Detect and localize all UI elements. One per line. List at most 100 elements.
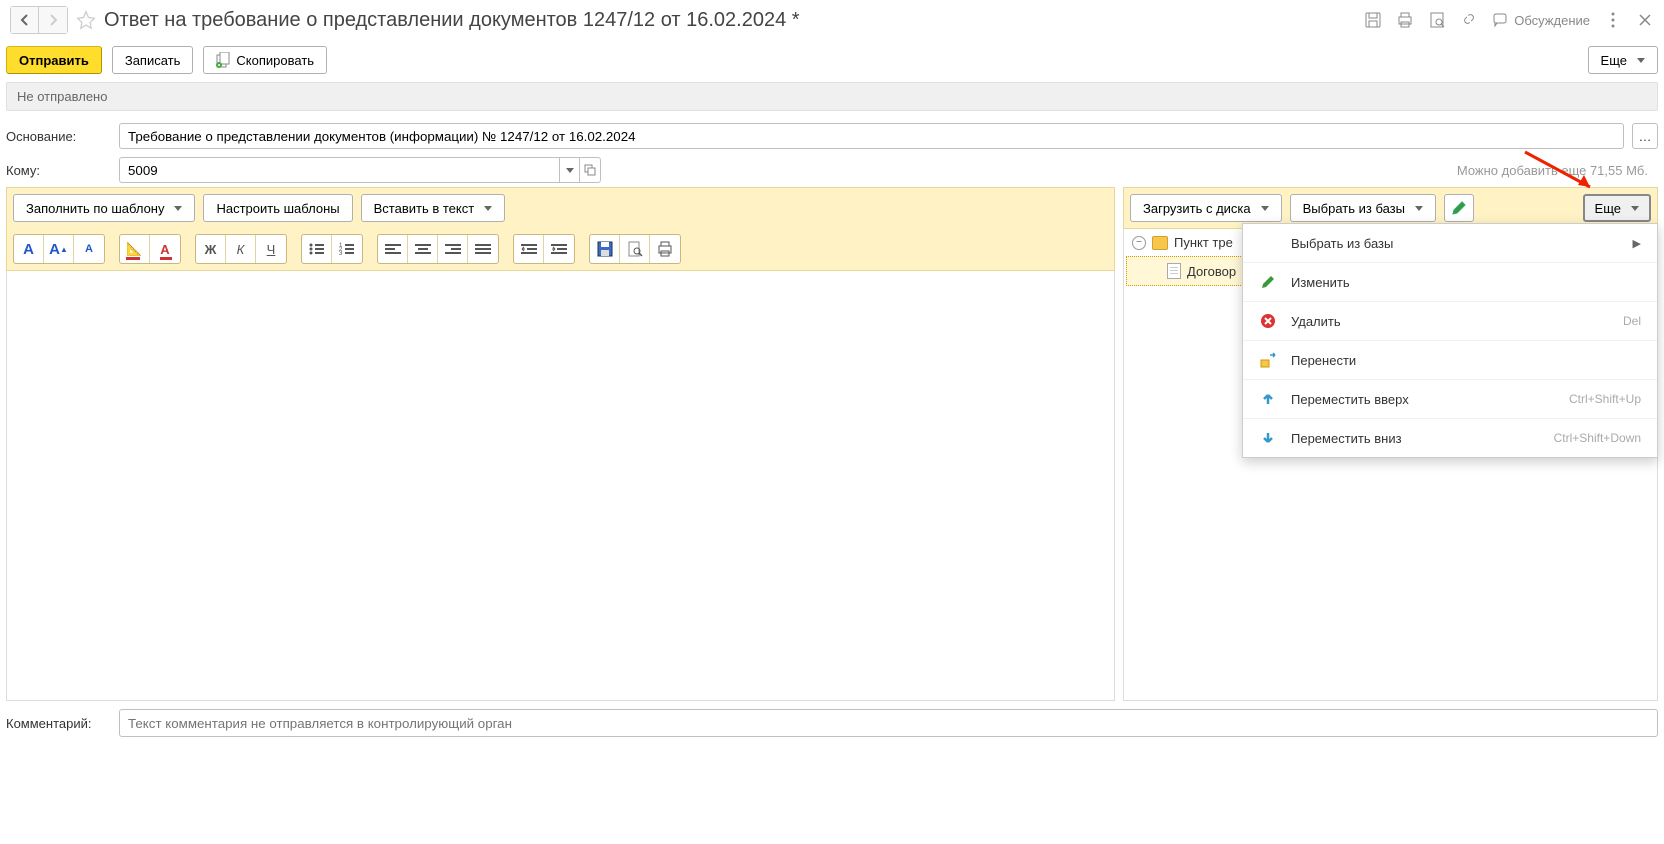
preview-icon[interactable]: [1428, 11, 1446, 29]
underline-button[interactable]: Ч: [256, 235, 286, 263]
arrow-down-icon: [1261, 431, 1275, 445]
insert-text-button[interactable]: Вставить в текст: [361, 194, 506, 222]
delete-x-icon: [1260, 313, 1276, 329]
file-ops-group: [589, 234, 681, 264]
align-left-button[interactable]: [378, 235, 408, 263]
recipient-label: Кому:: [6, 163, 111, 178]
align-right-button[interactable]: [438, 235, 468, 263]
tree-root-label: Пункт тре: [1174, 235, 1233, 250]
discuss-label: Обсуждение: [1514, 13, 1590, 28]
recipient-input[interactable]: [119, 157, 559, 183]
arrow-right-icon: [46, 13, 60, 27]
discuss-button[interactable]: Обсуждение: [1492, 11, 1590, 29]
indent-icon: [551, 243, 567, 255]
page-title: Ответ на требование о представлении доку…: [104, 9, 1356, 32]
menu-move-down[interactable]: Переместить вниз Ctrl+Shift+Down: [1243, 419, 1657, 457]
save-editor-button[interactable]: [590, 235, 620, 263]
arrow-left-icon: [18, 13, 32, 27]
indent-button[interactable]: [544, 235, 574, 263]
action-bar: Отправить Записать Скопировать Еще: [0, 40, 1664, 80]
folder-icon: [1152, 236, 1168, 250]
blank-icon: [1259, 234, 1277, 252]
outdent-icon: [521, 243, 537, 255]
menu-edit[interactable]: Изменить: [1243, 263, 1657, 302]
font-normal-button[interactable]: A: [14, 235, 44, 263]
select-base-button[interactable]: Выбрать из базы: [1290, 194, 1436, 222]
font-color-group: 📐 A: [119, 234, 181, 264]
printer-icon: [657, 241, 673, 257]
favorite-star-icon[interactable]: [76, 10, 96, 30]
status-bar: Не отправлено: [6, 82, 1658, 111]
comment-input[interactable]: [119, 709, 1658, 737]
highlight-color-button[interactable]: 📐: [120, 235, 150, 263]
edit-attachment-button[interactable]: [1444, 194, 1474, 222]
recipient-dropdown-button[interactable]: [559, 157, 579, 183]
font-large-button[interactable]: A▲: [44, 235, 74, 263]
nav-buttons: [10, 6, 68, 34]
copy-button[interactable]: Скопировать: [203, 46, 327, 74]
copy-doc-icon: [216, 52, 230, 68]
save-button[interactable]: Записать: [112, 46, 194, 74]
find-button[interactable]: [620, 235, 650, 263]
more-button[interactable]: Еще: [1588, 46, 1658, 74]
header-icons: Обсуждение: [1364, 11, 1654, 29]
bullet-list-button[interactable]: [302, 235, 332, 263]
fill-template-button[interactable]: Заполнить по шаблону: [13, 194, 195, 222]
menu-select-base[interactable]: Выбрать из базы ▶: [1243, 224, 1657, 263]
menu-move-up[interactable]: Переместить вверх Ctrl+Shift+Up: [1243, 380, 1657, 419]
basis-input[interactable]: [119, 123, 1624, 149]
font-color-button[interactable]: A: [150, 235, 180, 263]
comment-label: Комментарий:: [6, 716, 111, 731]
basis-row: Основание: …: [0, 119, 1664, 153]
align-justify-icon: [475, 243, 491, 255]
recipient-row: Кому: Можно добавить еще 71,55 Мб.: [0, 153, 1664, 187]
move-icon: [1260, 352, 1276, 368]
align-right-icon: [445, 243, 461, 255]
size-hint: Можно добавить еще 71,55 Мб.: [1457, 163, 1658, 178]
align-center-icon: [415, 243, 431, 255]
font-style-group: Ж К Ч: [195, 234, 287, 264]
collapse-icon[interactable]: −: [1132, 236, 1146, 250]
nav-forward-button[interactable]: [39, 7, 67, 33]
chat-icon: [1492, 11, 1510, 29]
link-icon[interactable]: [1460, 11, 1478, 29]
bold-button[interactable]: Ж: [196, 235, 226, 263]
header-bar: Ответ на требование о представлении доку…: [0, 0, 1664, 40]
menu-delete[interactable]: Удалить Del: [1243, 302, 1657, 341]
align-center-button[interactable]: [408, 235, 438, 263]
indent-group: [513, 234, 575, 264]
right-panel: Загрузить с диска Выбрать из базы Еще − …: [1123, 187, 1658, 701]
list-group: 123: [301, 234, 363, 264]
font-small-button[interactable]: A: [74, 235, 104, 263]
copy-label: Скопировать: [236, 53, 314, 68]
attachments-more-button[interactable]: Еще: [1583, 194, 1651, 222]
basis-label: Основание:: [6, 129, 111, 144]
left-panel: Заполнить по шаблону Настроить шаблоны В…: [6, 187, 1115, 701]
svg-text:3: 3: [339, 251, 343, 256]
load-disk-button[interactable]: Загрузить с диска: [1130, 194, 1282, 222]
recipient-open-button[interactable]: [579, 157, 601, 183]
italic-button[interactable]: К: [226, 235, 256, 263]
tree-child-label: Договор: [1187, 264, 1236, 279]
arrow-up-icon: [1261, 392, 1275, 406]
close-icon[interactable]: [1636, 11, 1654, 29]
align-justify-button[interactable]: [468, 235, 498, 263]
basis-ellipsis-button[interactable]: …: [1632, 123, 1658, 149]
save-disk-icon[interactable]: [1364, 11, 1382, 29]
nav-back-button[interactable]: [11, 7, 39, 33]
print-icon[interactable]: [1396, 11, 1414, 29]
page-search-icon: [627, 241, 643, 257]
editor-textarea[interactable]: [6, 271, 1115, 701]
menu-movedown-shortcut: Ctrl+Shift+Down: [1554, 431, 1641, 445]
align-group: [377, 234, 499, 264]
pencil-icon: [1260, 274, 1276, 290]
kebab-menu-icon[interactable]: [1604, 11, 1622, 29]
outdent-button[interactable]: [514, 235, 544, 263]
external-icon: [584, 164, 596, 176]
configure-templates-button[interactable]: Настроить шаблоны: [203, 194, 352, 222]
menu-move[interactable]: Перенести: [1243, 341, 1657, 380]
send-button[interactable]: Отправить: [6, 46, 102, 74]
print-editor-button[interactable]: [650, 235, 680, 263]
numbered-list-button[interactable]: 123: [332, 235, 362, 263]
comment-row: Комментарий:: [0, 701, 1664, 745]
